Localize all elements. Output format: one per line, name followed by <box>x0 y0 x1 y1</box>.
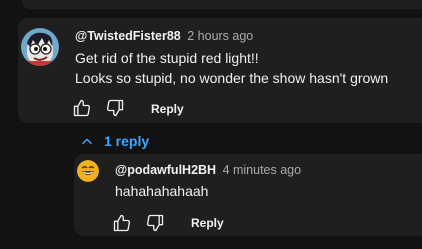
reply-dislike-button[interactable] <box>144 212 166 234</box>
chevron-up-icon <box>80 134 94 148</box>
thumbs-down-icon <box>106 99 124 117</box>
thumbs-up-icon <box>113 214 131 232</box>
comment-author[interactable]: @TwistedFister88 <box>75 29 181 43</box>
reply-meta: @podawfulH2BH 4 minutes ago <box>115 163 301 177</box>
comment-text-line-2: Looks so stupid, no wonder the show hasn… <box>75 70 389 86</box>
reply-text: hahahahahaah <box>115 183 209 199</box>
reply-button[interactable]: Reply <box>151 102 184 116</box>
reply-timestamp[interactable]: 4 minutes ago <box>223 163 302 177</box>
previous-comment-edge <box>22 0 422 9</box>
dislike-button[interactable] <box>104 97 126 119</box>
reply-author[interactable]: @podawfulH2BH <box>115 163 216 177</box>
like-button[interactable] <box>71 97 93 119</box>
thumbs-up-icon <box>73 99 91 117</box>
reply-avatar[interactable] <box>77 160 99 182</box>
comment-text-line-1: Get rid of the stupid red light!! <box>75 50 259 66</box>
replies-toggle-label: 1 reply <box>104 133 150 149</box>
thumbs-down-icon <box>146 214 164 232</box>
avatar[interactable] <box>21 28 59 66</box>
reply-like-button[interactable] <box>111 212 133 234</box>
comment-meta: @TwistedFister88 2 hours ago <box>75 29 253 43</box>
reply-reply-button[interactable]: Reply <box>191 216 224 230</box>
replies-toggle[interactable]: 1 reply <box>80 133 149 149</box>
comment-timestamp[interactable]: 2 hours ago <box>187 29 253 43</box>
